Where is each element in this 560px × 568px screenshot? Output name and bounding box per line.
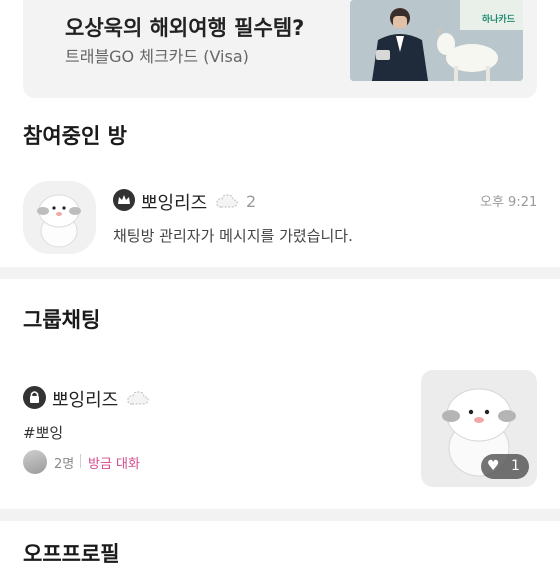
section-title-joined: 참여중인 방: [23, 124, 127, 148]
ad-title: 오상욱의 해외여행 필수템?: [65, 16, 305, 40]
section-title-group: 그룹채팅: [23, 308, 101, 332]
ad-banner[interactable]: 오상욱의 해외여행 필수템? 트래블GO 체크카드 (Visa) 하나카드: [23, 0, 537, 98]
section-divider: [0, 267, 560, 279]
room-timestamp: 오후 9:21: [480, 195, 538, 210]
ad-subtitle: 트래블GO 체크카드 (Visa): [65, 47, 249, 66]
section-divider: [0, 509, 560, 521]
lock-icon: [23, 386, 46, 409]
cloud-icon: [126, 388, 150, 412]
like-badge[interactable]: ♥ 1: [481, 454, 529, 479]
group-activity-status: 방금 대화: [88, 457, 140, 472]
room-member-count: 2: [246, 192, 257, 211]
room-last-message: 채팅방 관리자가 메시지를 가렸습니다.: [113, 227, 353, 245]
room-name: 뽀잉리즈: [141, 193, 208, 214]
ad-brand-label: 하나카드: [481, 15, 515, 25]
room-avatar: [23, 181, 96, 254]
ad-image[interactable]: 하나카드: [350, 0, 523, 81]
heart-icon: ♥: [487, 458, 500, 474]
member-avatar: [23, 450, 47, 474]
group-room-name: 뽀잉리즈: [52, 390, 119, 411]
owner-crown-icon: [113, 189, 135, 211]
plush-toy-image: [37, 194, 81, 248]
section-title-profile: 오프프로필: [23, 542, 120, 566]
group-member-count: 2명: [54, 457, 75, 472]
meta-separator: [80, 454, 81, 468]
group-hashtag[interactable]: #뽀잉: [23, 422, 63, 443]
cloud-icon: [215, 191, 239, 215]
like-count: 1: [511, 458, 520, 474]
